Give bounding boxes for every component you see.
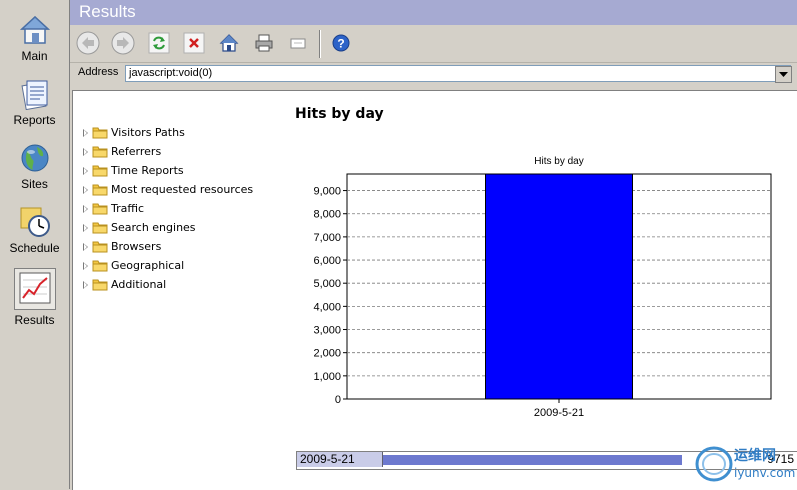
y-tick-label: 3,000 (313, 325, 341, 337)
tree-item-label: Additional (111, 278, 167, 291)
rail-label: Results (14, 313, 55, 327)
y-tick-label: 0 (335, 394, 341, 406)
watermark-logo: 运维网 iyunv.com (690, 440, 797, 488)
tree-item-label: Most requested resources (111, 183, 254, 196)
rail-item-reports[interactable]: Reports (0, 78, 69, 127)
refresh-button[interactable] (147, 31, 171, 55)
rail-item-schedule[interactable]: Schedule (0, 206, 69, 255)
rail-label: Schedule (9, 241, 60, 255)
expand-arrow-icon[interactable] (83, 205, 88, 213)
home-button[interactable] (217, 31, 241, 55)
folder-icon (92, 183, 108, 202)
y-tick-label: 4,000 (313, 301, 341, 313)
help-button[interactable]: ? (329, 31, 353, 55)
folder-icon (92, 240, 108, 259)
svg-text:iyunv.com: iyunv.com (734, 466, 795, 480)
tree-item-label: Geographical (111, 259, 185, 272)
bar (485, 173, 633, 400)
y-tick-label: 8,000 (313, 209, 341, 221)
print-button[interactable] (252, 31, 276, 55)
expand-arrow-icon[interactable] (83, 281, 88, 289)
rail-label: Reports (13, 113, 56, 127)
tree-item-label: Referrers (111, 145, 162, 158)
rail-label: Sites (21, 177, 48, 191)
expand-arrow-icon[interactable] (83, 167, 88, 175)
folder-icon (92, 221, 108, 240)
house-icon (19, 14, 51, 46)
address-bar: Address javascript:void(0) (70, 63, 797, 85)
results-chart-icon (13, 268, 56, 310)
report-heading: Hits by day (295, 106, 384, 122)
folder-icon (92, 202, 108, 221)
folder-icon (92, 278, 108, 297)
nav-rail: Main Reports Sites Schedule Results (0, 0, 70, 489)
hits-chart: Hits by day 0 1,000 2,000 3,000 4,000 5,000 6,0… (313, 156, 772, 419)
tree-item-label: Search engines (111, 221, 196, 234)
globe-icon (19, 142, 51, 174)
address-input[interactable]: javascript:void(0) (125, 65, 791, 82)
reports-icon (19, 78, 51, 111)
y-tick-label: 5,000 (313, 278, 341, 290)
tree-item-label: Browsers (111, 240, 162, 253)
folder-icon (92, 164, 108, 183)
timeline-fill (383, 455, 682, 465)
tree-item-label: Traffic (111, 202, 145, 215)
svg-text:?: ? (337, 37, 344, 51)
print-icon (255, 34, 273, 52)
window-title: Results (79, 2, 136, 21)
folder-icon (92, 145, 108, 164)
tree-item-label: Time Reports (111, 164, 184, 177)
schedule-clock-icon (19, 206, 51, 238)
forward-icon (111, 31, 135, 55)
y-tick-label: 9,000 (313, 186, 341, 198)
back-button[interactable] (76, 31, 100, 55)
expand-arrow-icon[interactable] (83, 129, 88, 137)
rail-item-main[interactable]: Main (0, 14, 69, 63)
email-icon (290, 38, 306, 49)
back-icon (76, 31, 100, 55)
rail-label: Main (21, 49, 48, 63)
folder-icon (92, 259, 108, 278)
forward-button[interactable] (111, 31, 135, 55)
timeline-date: 2009-5-21 (297, 452, 383, 467)
refresh-icon (148, 32, 170, 54)
folder-icon (92, 126, 108, 145)
rail-item-results[interactable]: Results (0, 268, 69, 327)
expand-arrow-icon[interactable] (83, 243, 88, 251)
toolbar: ? (70, 26, 797, 63)
email-button[interactable] (286, 31, 310, 55)
y-tick-label: 2,000 (313, 348, 341, 360)
expand-arrow-icon[interactable] (83, 148, 88, 156)
title-bar: Results (70, 0, 797, 25)
toolbar-separator (319, 30, 321, 58)
rail-item-sites[interactable]: Sites (0, 142, 69, 191)
stop-icon (183, 32, 205, 54)
stop-button[interactable] (182, 31, 206, 55)
y-tick-label: 6,000 (313, 255, 341, 267)
report-content: Visitors Paths Referrers Time Reports Most … (72, 90, 797, 490)
chevron-down-icon (779, 71, 788, 77)
address-label: Address (78, 66, 119, 78)
expand-arrow-icon[interactable] (83, 224, 88, 232)
svg-text:运维网: 运维网 (734, 447, 776, 464)
x-tick-label: 2009-5-21 (534, 407, 584, 419)
y-tick-label: 7,000 (313, 232, 341, 244)
y-tick-label: 1,000 (313, 371, 341, 383)
home-icon (219, 34, 239, 52)
tree-item-label: Visitors Paths (111, 126, 185, 139)
help-icon: ? (332, 34, 350, 52)
expand-arrow-icon[interactable] (83, 262, 88, 270)
chart-title: Hits by day (534, 156, 583, 167)
address-dropdown-button[interactable] (775, 66, 792, 83)
expand-arrow-icon[interactable] (83, 186, 88, 194)
